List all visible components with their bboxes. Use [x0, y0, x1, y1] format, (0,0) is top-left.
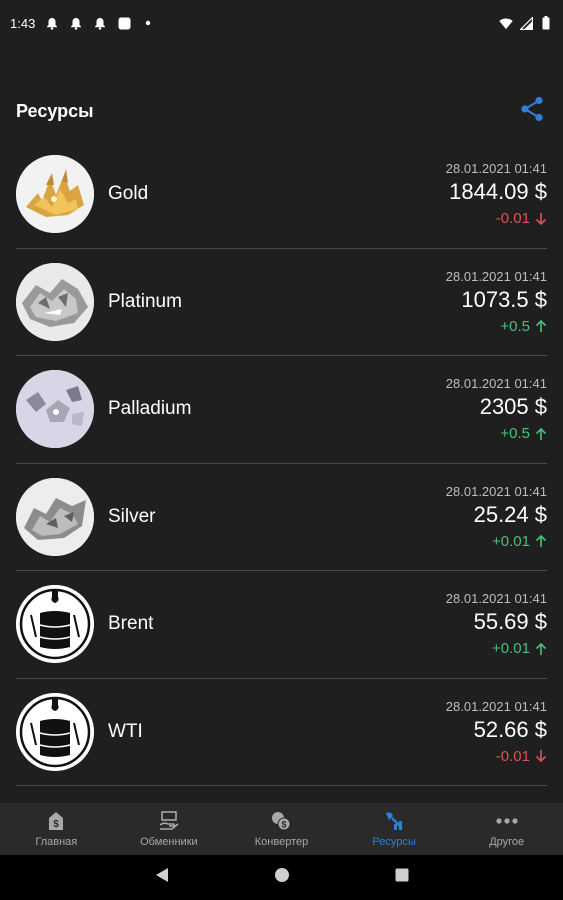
- change-value: +0.5: [500, 317, 530, 335]
- back-button[interactable]: [152, 868, 172, 888]
- page-title: Ресурсы: [16, 100, 94, 121]
- nav-item-converter[interactable]: $ Конвертер: [225, 803, 338, 855]
- recents-square-icon: [395, 868, 409, 887]
- nav-item-home[interactable]: $ Главная: [0, 803, 113, 855]
- resource-change: +0.5: [500, 318, 547, 335]
- resource-change: -0.01: [496, 210, 547, 227]
- cellular-signal-icon: [519, 16, 533, 30]
- arrow-up-icon: [535, 534, 547, 548]
- resource-change: -0.01: [496, 748, 547, 765]
- more-dots-icon: [496, 810, 518, 832]
- palladium-image: [16, 370, 94, 449]
- status-bar: 1:43: [0, 0, 563, 46]
- resource-values: 28.01.2021 01:41 2305 $ +0.5: [446, 376, 547, 442]
- resource-row-brent[interactable]: Brent 28.01.2021 01:41 55.69 $ +0.01: [16, 571, 547, 679]
- resource-date: 28.01.2021 01:41: [445, 161, 547, 177]
- resources-icon: [383, 810, 405, 832]
- arrow-down-icon: [535, 212, 547, 226]
- nav-label: Другое: [489, 836, 525, 848]
- notification-bell-icon: [93, 16, 107, 30]
- resource-change: +0.5: [500, 425, 547, 442]
- resource-values: 28.01.2021 01:41 55.69 $ +0.01: [446, 591, 547, 657]
- resource-price: 52.66 $: [473, 716, 547, 742]
- nav-label: Конвертер: [254, 836, 309, 848]
- svg-text:$: $: [54, 819, 60, 830]
- home-button[interactable]: [272, 868, 292, 888]
- resource-name: Platinum: [108, 290, 182, 312]
- platinum-image: [16, 262, 94, 341]
- share-button[interactable]: [517, 96, 547, 126]
- resource-date: 28.01.2021 01:41: [445, 483, 547, 499]
- notification-bell-icon: [45, 16, 59, 30]
- status-time: 1:43: [10, 15, 36, 31]
- nav-label: Ресурсы: [372, 836, 416, 848]
- svg-text:$: $: [282, 820, 287, 830]
- dot-icon: [141, 16, 155, 30]
- resource-name: Brent: [108, 613, 154, 635]
- resource-row-platinum[interactable]: Platinum 28.01.2021 01:41 1073.5 $ +0.5: [16, 249, 547, 356]
- brent-oil-barrel-image: [16, 585, 94, 664]
- resource-row-wti[interactable]: WTI 28.01.2021 01:41 52.66 $ -0.01: [16, 679, 547, 786]
- resource-date: 28.01.2021 01:41: [445, 698, 547, 714]
- change-value: -0.01: [495, 210, 530, 228]
- wti-oil-barrel-image: [16, 692, 94, 771]
- app-square-icon: [117, 16, 131, 30]
- nav-item-resources[interactable]: Ресурсы: [338, 803, 451, 855]
- resource-values: 28.01.2021 01:41 25.24 $ +0.01: [446, 484, 547, 550]
- resource-row-gold[interactable]: Gold 28.01.2021 01:41 1844.09 $ -0.01: [16, 141, 547, 249]
- change-value: +0.01: [492, 640, 530, 658]
- resource-date: 28.01.2021 01:41: [445, 268, 547, 284]
- resource-row-silver[interactable]: Silver 28.01.2021 01:41 25.24 $ +0.01: [16, 464, 547, 571]
- resource-price: 2305 $: [479, 394, 547, 420]
- change-value: +0.01: [492, 532, 530, 550]
- resource-row-palladium[interactable]: Palladium 28.01.2021 01:41 2305 $ +0.5: [16, 356, 547, 464]
- resource-date: 28.01.2021 01:41: [445, 591, 547, 607]
- resource-name: Palladium: [108, 398, 192, 420]
- resource-name: Silver: [108, 505, 156, 527]
- arrow-down-icon: [535, 749, 547, 763]
- back-triangle-icon: [155, 867, 169, 888]
- resource-values: 28.01.2021 01:41 52.66 $ -0.01: [446, 699, 547, 765]
- change-value: -0.01: [495, 747, 530, 765]
- resource-name: WTI: [108, 720, 143, 742]
- home-dollar-icon: $: [45, 810, 67, 832]
- resource-name: Gold: [108, 183, 149, 205]
- nav-item-other[interactable]: Другое: [450, 803, 563, 855]
- arrow-up-icon: [535, 427, 547, 441]
- resource-price: 1844.09 $: [449, 179, 547, 205]
- notification-bell-icon: [69, 16, 83, 30]
- header: Ресурсы: [0, 88, 563, 134]
- change-value: +0.5: [500, 425, 530, 443]
- wifi-icon: [499, 16, 513, 30]
- resource-price: 25.24 $: [473, 501, 547, 527]
- arrow-up-icon: [535, 642, 547, 656]
- resource-change: +0.01: [492, 533, 547, 550]
- recents-button[interactable]: [392, 868, 412, 888]
- home-circle-icon: [274, 867, 290, 888]
- system-navigation-bar: [0, 855, 563, 900]
- resource-date: 28.01.2021 01:41: [445, 376, 547, 392]
- battery-icon: [539, 16, 553, 30]
- resources-list: Gold 28.01.2021 01:41 1844.09 $ -0.01 Pl…: [0, 141, 563, 786]
- nav-label: Главная: [35, 836, 78, 848]
- bottom-navigation: $ Главная Обменники $ Конвертер Ресурсы …: [0, 803, 563, 855]
- nav-label: Обменники: [140, 836, 198, 848]
- arrow-up-icon: [535, 319, 547, 333]
- nav-item-exchangers[interactable]: Обменники: [113, 803, 226, 855]
- resource-change: +0.01: [492, 640, 547, 657]
- resource-price: 1073.5 $: [461, 286, 547, 312]
- resource-values: 28.01.2021 01:41 1844.09 $ -0.01: [446, 161, 547, 227]
- converter-coins-icon: $: [270, 810, 292, 832]
- silver-image: [16, 477, 94, 556]
- share-icon: [520, 96, 544, 127]
- resource-price: 55.69 $: [473, 609, 547, 635]
- resource-values: 28.01.2021 01:41 1073.5 $ +0.5: [446, 269, 547, 335]
- exchange-hand-icon: [158, 810, 180, 832]
- gold-image: [16, 155, 94, 234]
